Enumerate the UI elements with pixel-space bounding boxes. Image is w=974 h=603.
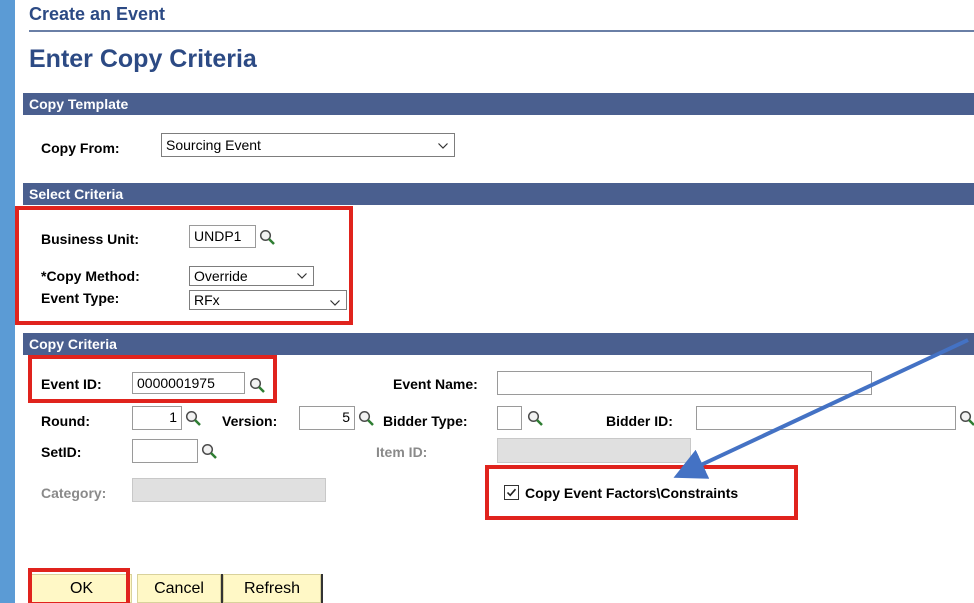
section-select-criteria: Select Criteria — [23, 183, 974, 205]
setid-label: SetID: — [41, 444, 82, 460]
round-label: Round: — [41, 413, 90, 429]
category-label: Category: — [41, 485, 107, 501]
round-input[interactable]: 1 — [132, 406, 182, 430]
copy-factors-label: Copy Event Factors\Constraints — [525, 485, 739, 501]
event-name-input[interactable] — [497, 371, 872, 395]
setid-input[interactable] — [132, 439, 198, 463]
lookup-icon[interactable] — [201, 443, 217, 459]
breadcrumb: Create an Event — [29, 4, 166, 24]
bidder-type-input[interactable] — [497, 406, 522, 430]
version-input[interactable]: 5 — [299, 406, 355, 430]
lookup-icon[interactable] — [185, 410, 201, 426]
highlight-ok — [28, 568, 130, 603]
lookup-icon[interactable] — [358, 410, 374, 426]
section-copy-template: Copy Template — [23, 93, 974, 115]
bidder-id-input[interactable] — [696, 406, 956, 430]
copy-from-select[interactable]: Sourcing Event — [161, 133, 455, 157]
cancel-button[interactable]: Cancel — [137, 574, 221, 603]
section-copy-criteria: Copy Criteria — [23, 333, 974, 355]
peoplesoft-page: Create an Event Enter Copy Criteria Copy… — [15, 0, 974, 603]
copy-factors-checkbox[interactable] — [504, 485, 519, 500]
highlight-event-id — [28, 355, 277, 403]
button-separator — [321, 574, 323, 603]
copy-from-value: Sourcing Event — [166, 137, 261, 153]
item-id-label: Item ID: — [376, 444, 428, 460]
refresh-button[interactable]: Refresh — [223, 574, 321, 603]
copy-from-label: Copy From: — [41, 140, 120, 156]
bidder-id-label: Bidder ID: — [606, 413, 673, 429]
lookup-icon[interactable] — [527, 410, 543, 426]
event-name-label: Event Name: — [393, 376, 478, 392]
header-divider — [29, 30, 974, 32]
page-title: Enter Copy Criteria — [29, 45, 257, 73]
item-id-input — [497, 438, 691, 463]
highlight-select-criteria — [15, 206, 353, 325]
checkmark-icon — [506, 488, 517, 497]
bidder-type-label: Bidder Type: — [383, 413, 468, 429]
category-input — [132, 478, 326, 502]
lookup-icon[interactable] — [959, 410, 974, 426]
version-label: Version: — [222, 413, 278, 429]
chevron-down-icon — [438, 143, 448, 149]
